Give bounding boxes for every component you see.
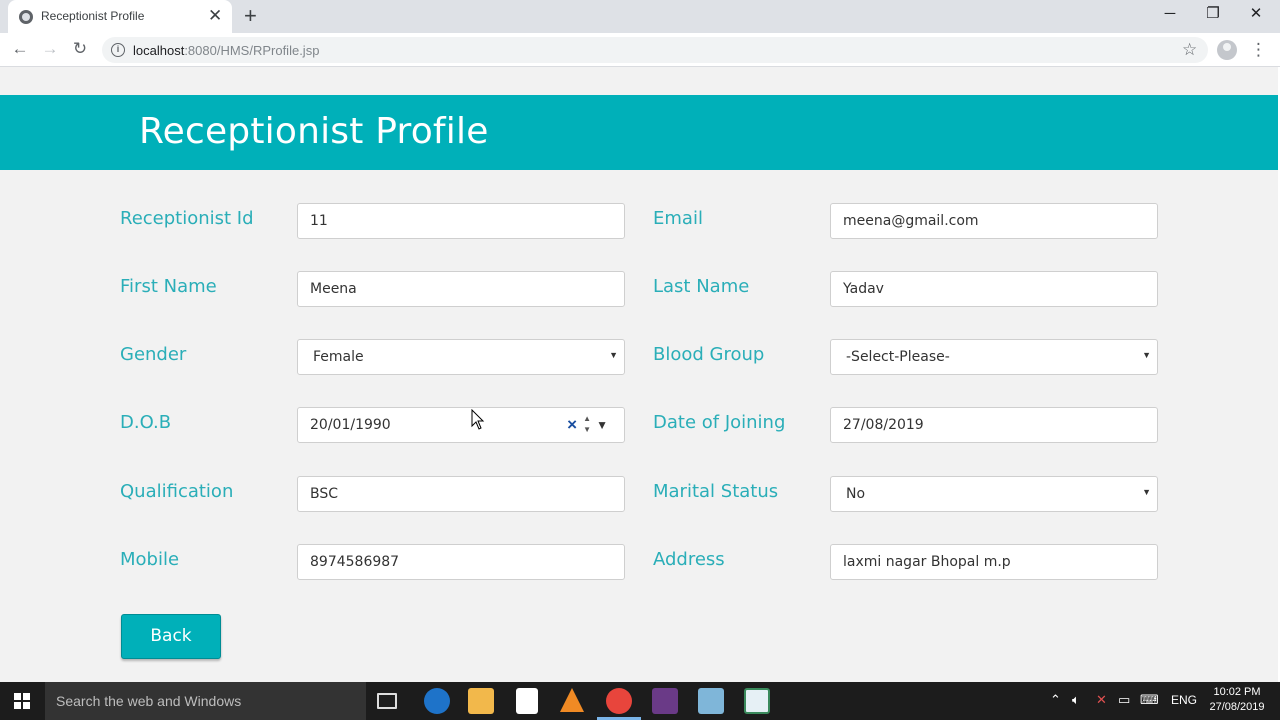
marital-status-value: No <box>846 486 866 502</box>
clock-date: 27/08/2019 <box>1209 701 1265 713</box>
receptionist-id-label: Receptionist Id <box>120 208 254 229</box>
vlc-icon[interactable] <box>560 688 584 712</box>
notes-icon[interactable] <box>698 688 724 714</box>
first-name-label: First Name <box>120 276 217 297</box>
last-name-value: Yadav <box>843 281 884 297</box>
tray-expand-icon[interactable]: ⌃ <box>1050 692 1061 708</box>
tab-close-icon[interactable]: ✕ <box>208 6 222 26</box>
first-name-field[interactable]: Meena <box>297 271 625 307</box>
clock-time: 10:02 PM <box>1213 686 1261 698</box>
blood-group-label: Blood Group <box>653 344 765 365</box>
mobile-label: Mobile <box>120 549 180 570</box>
keyboard-icon[interactable]: ⌨ <box>1140 692 1159 708</box>
gender-label: Gender <box>120 344 187 365</box>
mobile-value: 8974586987 <box>310 554 400 570</box>
receptionist-id-value: 11 <box>310 213 328 229</box>
qualification-label: Qualification <box>120 481 234 502</box>
mobile-field[interactable]: 8974586987 <box>297 544 625 580</box>
back-button[interactable]: Back <box>121 614 221 659</box>
reload-icon[interactable]: ↻ <box>70 39 90 59</box>
address-field[interactable]: laxmi nagar Bhopal m.p <box>830 544 1158 580</box>
network-icon[interactable]: ✕ <box>1096 692 1107 708</box>
browser-menu-icon[interactable]: ⋮ <box>1250 39 1267 61</box>
marital-status-select[interactable]: No ▼ <box>830 476 1158 512</box>
dropdown-arrow-icon: ▼ <box>609 350 618 360</box>
blood-group-select[interactable]: -Select-Please- ▼ <box>830 339 1158 375</box>
dob-label: D.O.B <box>120 412 172 433</box>
file-explorer-icon[interactable] <box>468 688 494 714</box>
store-icon[interactable] <box>516 688 538 714</box>
edge-icon[interactable] <box>424 688 450 714</box>
dropdown-arrow-icon: ▼ <box>1142 487 1151 497</box>
address-label: Address <box>653 549 725 570</box>
clear-date-icon[interactable]: × <box>567 415 577 435</box>
page-content: Receptionist Profile Receptionist Id 11 … <box>0 67 1280 682</box>
volume-icon[interactable]: 🔈︎ <box>1072 692 1080 708</box>
back-arrow-icon[interactable]: ← <box>10 39 30 59</box>
taskbar-search-box[interactable]: Search the web and Windows <box>45 682 366 720</box>
gender-value: Female <box>313 349 364 365</box>
url-host: localhost <box>133 43 185 58</box>
restore-button[interactable]: ❐ <box>1203 4 1223 24</box>
receptionist-id-field[interactable]: 11 <box>297 203 625 239</box>
windows-taskbar: Search the web and Windows ⌃ 🔈︎ ✕ ▭ ⌨ EN… <box>0 682 1280 720</box>
email-label: Email <box>653 208 703 229</box>
blood-group-value: -Select-Please- <box>846 349 950 365</box>
date-of-joining-label: Date of Joining <box>653 412 786 433</box>
dob-value: 20/01/1990 <box>310 417 391 433</box>
date-of-joining-field[interactable]: 27/08/2019 <box>830 407 1158 443</box>
window-close-button[interactable]: ✕ <box>1246 4 1266 24</box>
marital-status-label: Marital Status <box>653 481 779 502</box>
qualification-field[interactable]: BSC <box>297 476 625 512</box>
new-tab-button[interactable]: + <box>244 4 257 28</box>
windows-start-icon[interactable] <box>14 693 30 709</box>
editor-icon[interactable] <box>744 688 770 714</box>
page-title: Receptionist Profile <box>139 111 489 152</box>
browser-tab[interactable]: Receptionist Profile ✕ <box>8 0 232 33</box>
dropdown-arrow-icon: ▼ <box>1142 350 1151 360</box>
mouse-cursor-icon <box>471 409 485 430</box>
last-name-label: Last Name <box>653 276 750 297</box>
task-view-icon[interactable] <box>377 693 397 709</box>
email-field[interactable]: meena@gmail.com <box>830 203 1158 239</box>
dob-date-field[interactable]: 20/01/1990 × ▲ ▼ ▼ <box>297 407 625 443</box>
bookmark-star-icon[interactable]: ☆ <box>1182 39 1197 61</box>
date-spinner-icon[interactable]: ▲ ▼ <box>583 413 591 435</box>
globe-icon <box>19 10 33 24</box>
minimize-button[interactable]: ─ <box>1160 4 1180 24</box>
taskbar-search-placeholder: Search the web and Windows <box>56 693 242 709</box>
page-header-banner: Receptionist Profile <box>0 95 1278 170</box>
url-text[interactable]: localhost:8080/HMS/RProfile.jsp <box>133 43 319 58</box>
last-name-field[interactable]: Yadav <box>830 271 1158 307</box>
tab-title: Receptionist Profile <box>41 9 145 23</box>
info-icon[interactable]: i <box>111 43 125 57</box>
gender-select[interactable]: Female ▼ <box>297 339 625 375</box>
address-value: laxmi nagar Bhopal m.p <box>843 554 1011 570</box>
calendar-dropdown-icon[interactable]: ▼ <box>596 416 608 434</box>
browser-tabstrip: Receptionist Profile ✕ + ─ ❐ ✕ <box>0 0 1280 33</box>
language-indicator[interactable]: ENG <box>1171 692 1197 708</box>
chrome-icon[interactable] <box>606 688 632 714</box>
email-value: meena@gmail.com <box>843 213 979 229</box>
date-of-joining-value: 27/08/2019 <box>843 417 924 433</box>
action-center-icon[interactable]: ▭ <box>1118 692 1130 708</box>
app-icon[interactable] <box>652 688 678 714</box>
address-bar[interactable]: i localhost:8080/HMS/RProfile.jsp ☆ <box>102 37 1208 63</box>
forward-arrow-icon[interactable]: → <box>40 39 60 59</box>
first-name-value: Meena <box>310 281 357 297</box>
url-path: :8080/HMS/RProfile.jsp <box>184 43 320 58</box>
qualification-value: BSC <box>310 486 339 502</box>
profile-avatar-icon[interactable] <box>1217 40 1237 60</box>
browser-toolbar: ← → ↻ i localhost:8080/HMS/RProfile.jsp … <box>0 33 1280 67</box>
taskbar-clock[interactable]: 10:02 PM 27/08/2019 <box>1202 685 1272 715</box>
